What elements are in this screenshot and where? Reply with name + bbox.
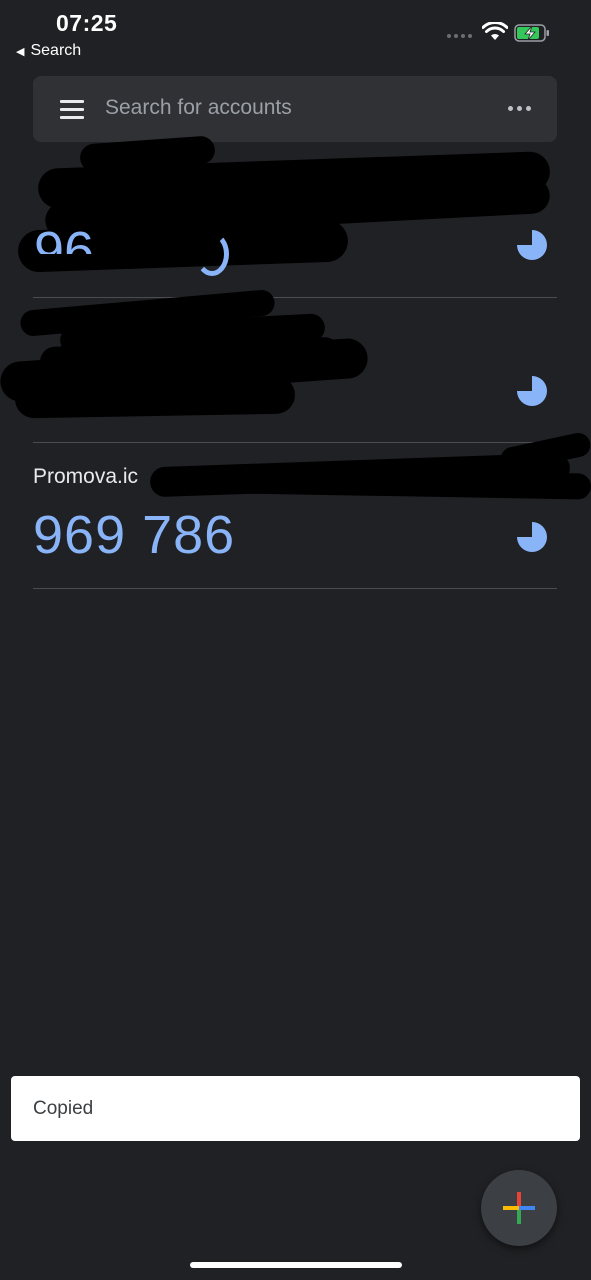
back-to-search-link[interactable]: ◀ Search <box>16 42 81 60</box>
add-account-button[interactable] <box>481 1170 557 1246</box>
account-name: Promova.ic <box>33 465 139 488</box>
countdown-timer-icon <box>517 376 547 406</box>
hamburger-menu-icon[interactable] <box>60 100 84 119</box>
redacted-code-fragment: 96 <box>34 221 95 254</box>
copied-toast: Copied <box>11 1076 580 1141</box>
battery-charging-icon <box>514 24 549 42</box>
cellular-signal-icon <box>447 34 472 38</box>
status-time: 07:25 <box>56 10 118 36</box>
redaction-scribble <box>14 375 296 419</box>
wifi-icon <box>482 22 508 40</box>
screen: 07:25 ◀ Search Search for accounts 96 Pr… <box>0 0 591 1280</box>
countdown-timer-icon <box>517 230 547 260</box>
more-options-icon[interactable] <box>508 106 531 111</box>
add-plus-icon <box>503 1192 535 1224</box>
toast-text: Copied <box>33 1098 94 1119</box>
search-bar[interactable]: Search for accounts <box>33 76 557 142</box>
back-triangle-icon: ◀ <box>16 45 25 58</box>
countdown-timer-icon <box>517 522 547 552</box>
back-label: Search <box>30 42 82 59</box>
search-input[interactable]: Search for accounts <box>105 96 292 120</box>
otp-code[interactable]: 969 786 <box>33 504 235 566</box>
redacted-code-fragment <box>195 232 229 276</box>
home-indicator[interactable] <box>190 1262 402 1268</box>
